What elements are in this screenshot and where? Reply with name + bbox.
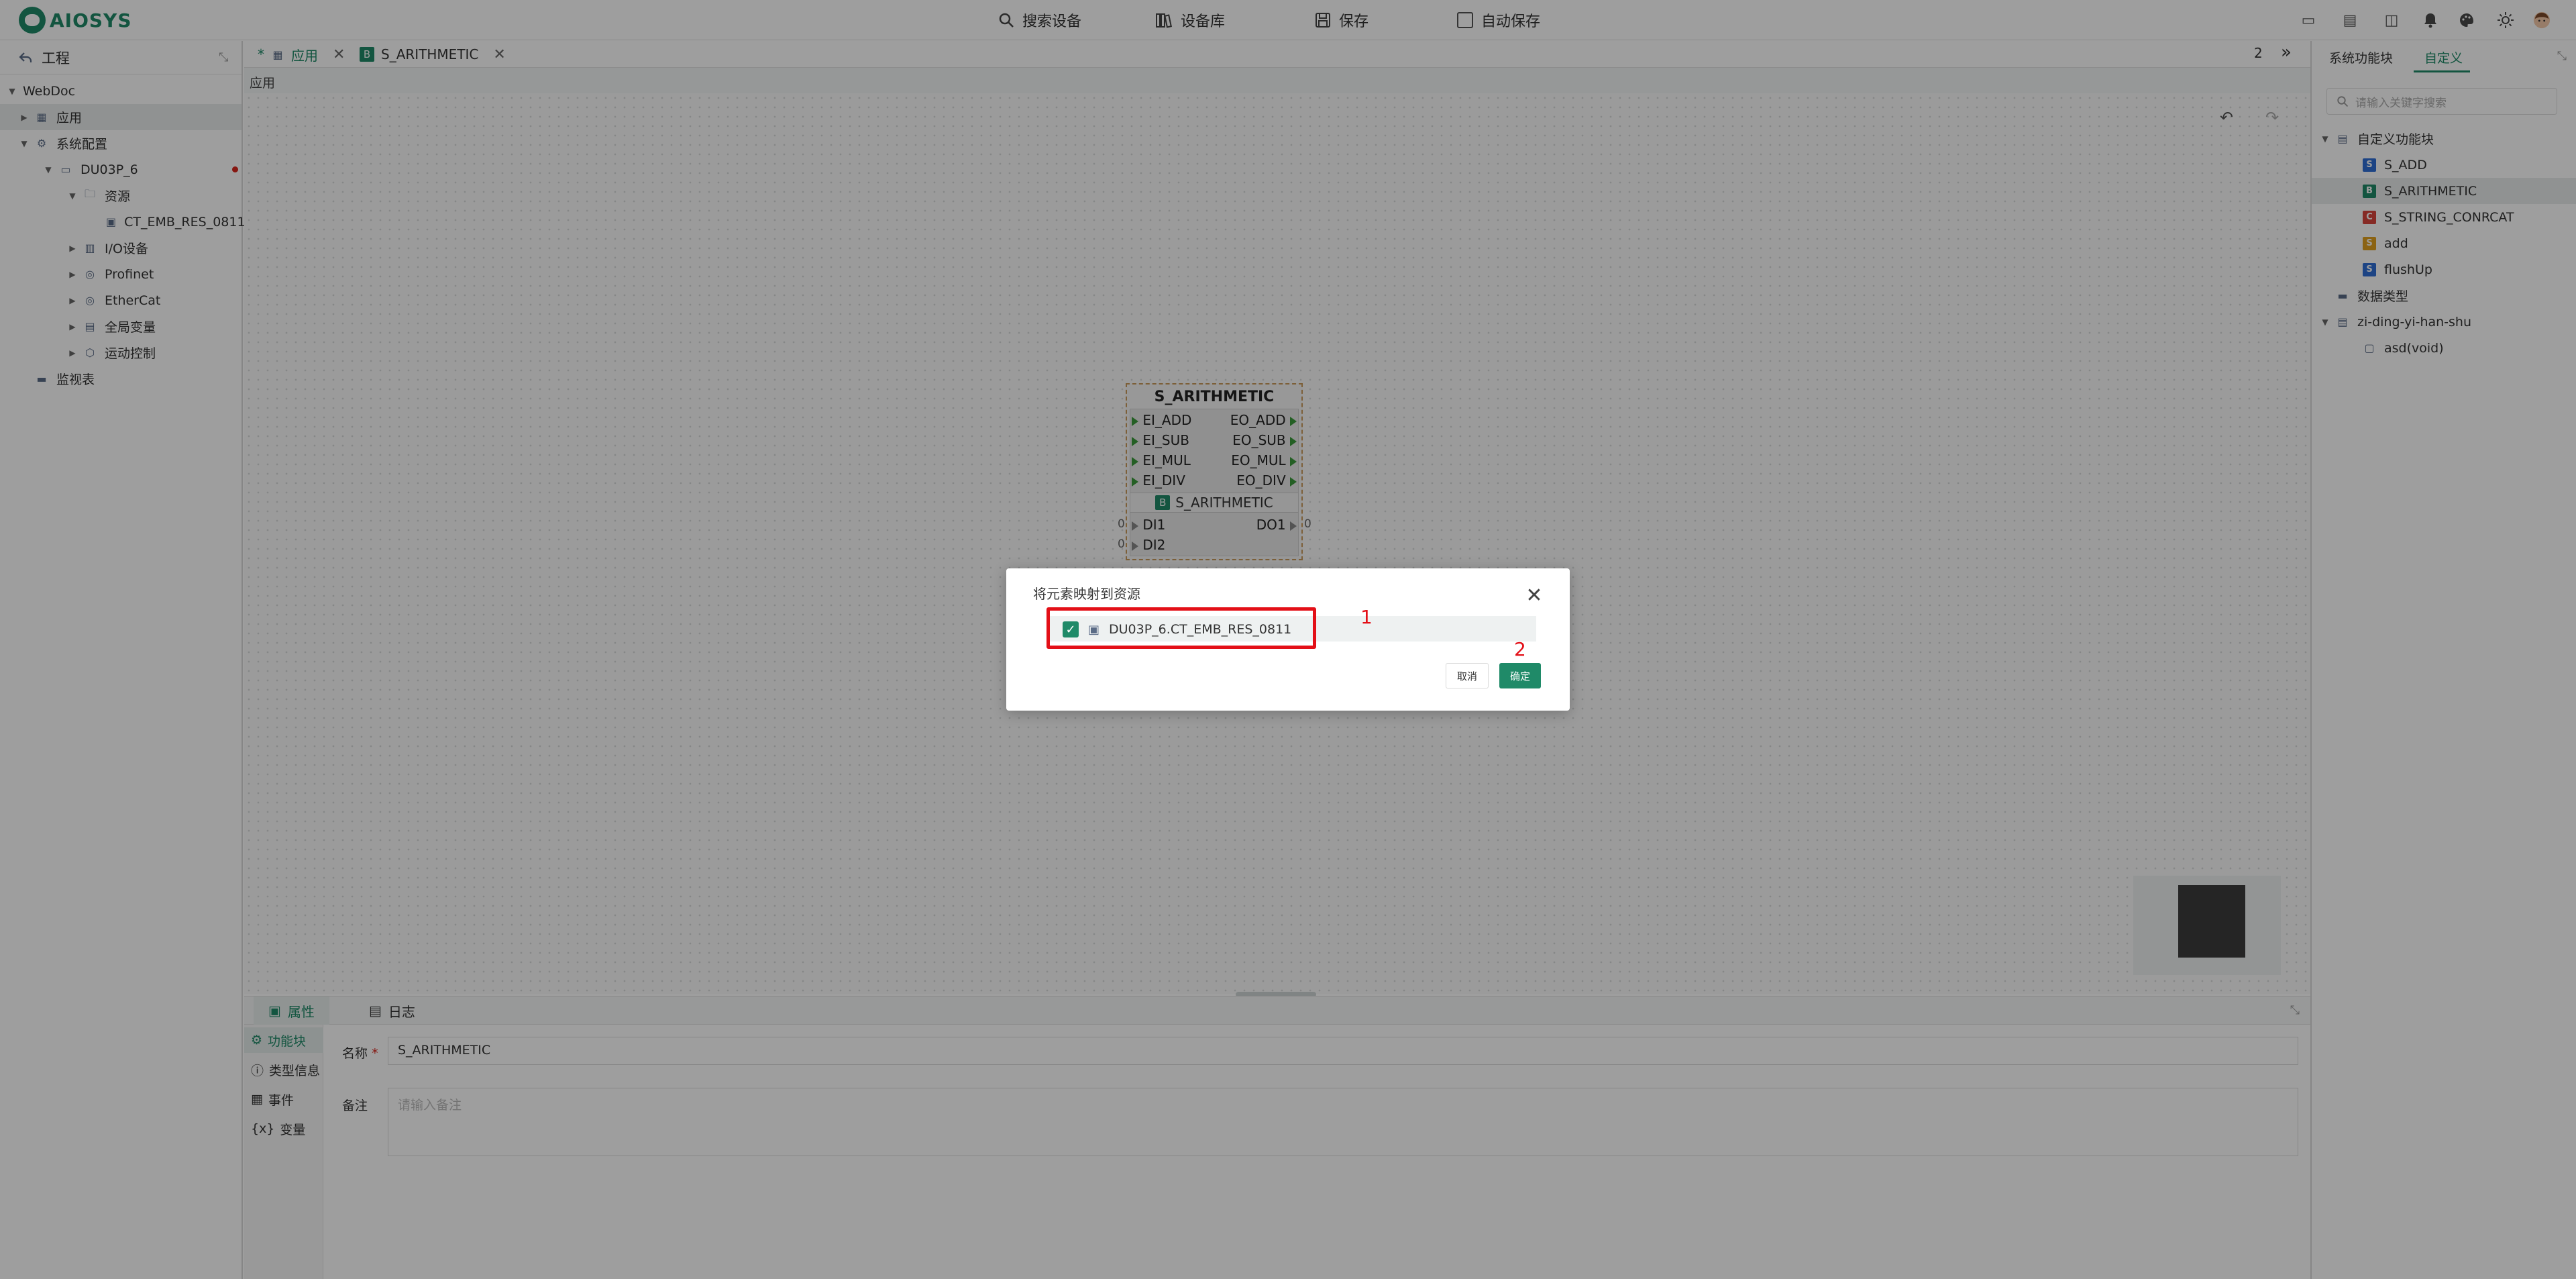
highlight-box-1 (1046, 607, 1316, 649)
annotation-label-2: 2 (1514, 638, 1526, 660)
confirm-button[interactable]: 确定 (1499, 663, 1541, 688)
close-icon[interactable]: ✕ (1524, 586, 1544, 606)
annotation-label-1: 1 (1360, 606, 1373, 628)
cancel-button[interactable]: 取消 (1446, 663, 1489, 688)
dialog-title: 将元素映射到资源 (1033, 586, 1140, 602)
